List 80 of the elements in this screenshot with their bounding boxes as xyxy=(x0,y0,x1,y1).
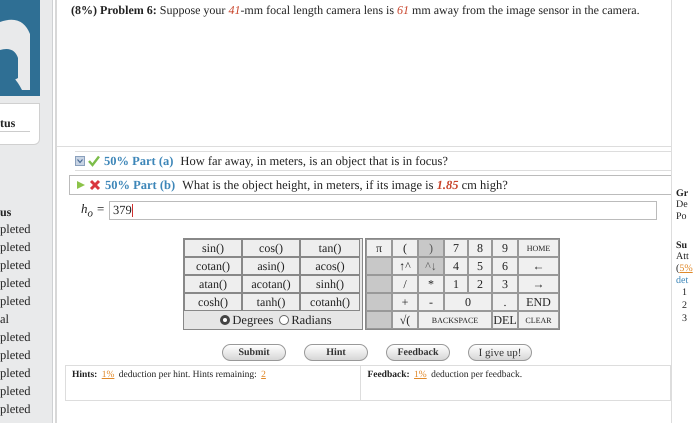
keypad-key[interactable]: 5 xyxy=(468,257,492,275)
function-key[interactable]: acos() xyxy=(300,257,360,275)
function-key[interactable]: tanh() xyxy=(242,293,300,311)
status-text: pleted xyxy=(0,275,32,292)
status-text: pleted xyxy=(0,293,32,310)
summary-text: 2 xyxy=(681,299,688,312)
summary-text: (5% xyxy=(676,263,694,275)
keypad-key[interactable]: END xyxy=(518,293,559,311)
status-heading: us xyxy=(0,205,12,221)
summary-text: Att xyxy=(676,251,690,263)
keypad-key[interactable]: 3 xyxy=(492,275,518,293)
cross-icon xyxy=(89,179,101,191)
function-key[interactable]: sinh() xyxy=(300,275,360,293)
function-key[interactable]: cosh() xyxy=(184,293,242,311)
status-text: al xyxy=(0,311,10,328)
status-heading: tus xyxy=(0,116,30,132)
function-key[interactable]: cotanh() xyxy=(300,293,360,311)
keypad-key[interactable]: 0 xyxy=(444,293,492,311)
keypad-key[interactable]: DEL xyxy=(492,311,518,329)
keypad-key[interactable]: → xyxy=(518,275,559,293)
hints-text: Hints: 1% deduction per hint. Hints remaining: 2 xyxy=(72,370,269,380)
checkmark-icon xyxy=(88,155,100,167)
keypad-key[interactable]: √( xyxy=(392,311,418,329)
keypad-key[interactable]: 6 xyxy=(492,257,518,275)
keypad-key[interactable]: 8 xyxy=(468,239,492,257)
details-link[interactable]: det xyxy=(676,275,700,286)
keypad-key[interactable]: * xyxy=(418,275,444,293)
section-heading: Su xyxy=(676,240,688,251)
question-text: How far away, in meters, is an object that is in focus? xyxy=(180,154,448,168)
keypad-key[interactable]: + xyxy=(392,293,418,311)
part-label: 50% Part (b) xyxy=(105,178,176,192)
submit-button[interactable]: Submit xyxy=(222,344,286,361)
keypad-key[interactable]: CLEAR xyxy=(518,311,559,329)
section-heading: Gr xyxy=(676,188,690,199)
function-key[interactable]: acotan() xyxy=(242,275,300,293)
status-text: pleted xyxy=(0,329,32,346)
give-up-button[interactable]: I give up! xyxy=(468,344,532,361)
keypad-key[interactable]: 7 xyxy=(444,239,468,257)
radio-label: Degrees xyxy=(232,312,274,328)
status-text: pleted xyxy=(0,383,32,400)
variable-label: h$_{o}$ = xyxy=(81,201,105,220)
keypad-key[interactable]: BACKSPACE xyxy=(418,311,492,329)
keypad-key[interactable]: / xyxy=(392,275,418,293)
hint-button[interactable]: Hint xyxy=(304,344,368,361)
status-text: pleted xyxy=(0,347,32,364)
keypad-key[interactable]: ( xyxy=(392,239,418,257)
keypad-key[interactable]: . xyxy=(492,293,518,311)
keypad-key[interactable]: - xyxy=(418,293,444,311)
function-key[interactable]: tan() xyxy=(300,239,360,257)
summary-text: 1 xyxy=(681,286,688,299)
problem-text: (8%) Problem 6: Suppose your 41-mm focal length camera lens is 61 mm away from the image sensor in the camera. xyxy=(71,2,640,18)
summary-text: Po xyxy=(676,211,688,223)
radio-button[interactable] xyxy=(279,315,290,325)
status-text: pleted xyxy=(0,257,32,274)
keypad-key[interactable]: 1 xyxy=(444,275,468,293)
answer-field[interactable]: 379 xyxy=(108,201,657,220)
keypad-key[interactable]: 9 xyxy=(492,239,518,257)
feedback-button[interactable]: Feedback xyxy=(386,344,450,361)
summary-text: De xyxy=(676,199,689,211)
function-key[interactable]: asin() xyxy=(242,257,300,275)
function-key[interactable]: sin() xyxy=(184,239,242,257)
part-label: 50% Part (a) xyxy=(104,154,174,168)
keypad-key[interactable]: 2 xyxy=(468,275,492,293)
radio-label: Radians xyxy=(291,312,332,328)
function-key[interactable]: cotan() xyxy=(184,257,242,275)
keypad-key[interactable]: ← xyxy=(518,257,559,275)
status-text: pleted xyxy=(0,221,32,238)
function-key[interactable]: cos() xyxy=(242,239,300,257)
keypad-key[interactable]: 4 xyxy=(444,257,468,275)
status-text: pleted xyxy=(0,401,32,418)
status-text: pleted xyxy=(0,239,32,256)
question-text: What is the object height, in meters, if its image is 1.85 cm high? xyxy=(182,178,508,192)
status-text: pleted xyxy=(0,365,32,382)
function-key[interactable]: atan() xyxy=(184,275,242,293)
keypad-key[interactable]: π xyxy=(366,239,392,257)
keypad-key[interactable]: ↑^ xyxy=(392,257,418,275)
feedback-text: Feedback: 1% deduction per feedback. xyxy=(367,370,524,380)
summary-text: 3 xyxy=(681,312,688,325)
radio-button[interactable] xyxy=(220,315,230,325)
keypad-key[interactable]: HOME xyxy=(518,239,559,257)
